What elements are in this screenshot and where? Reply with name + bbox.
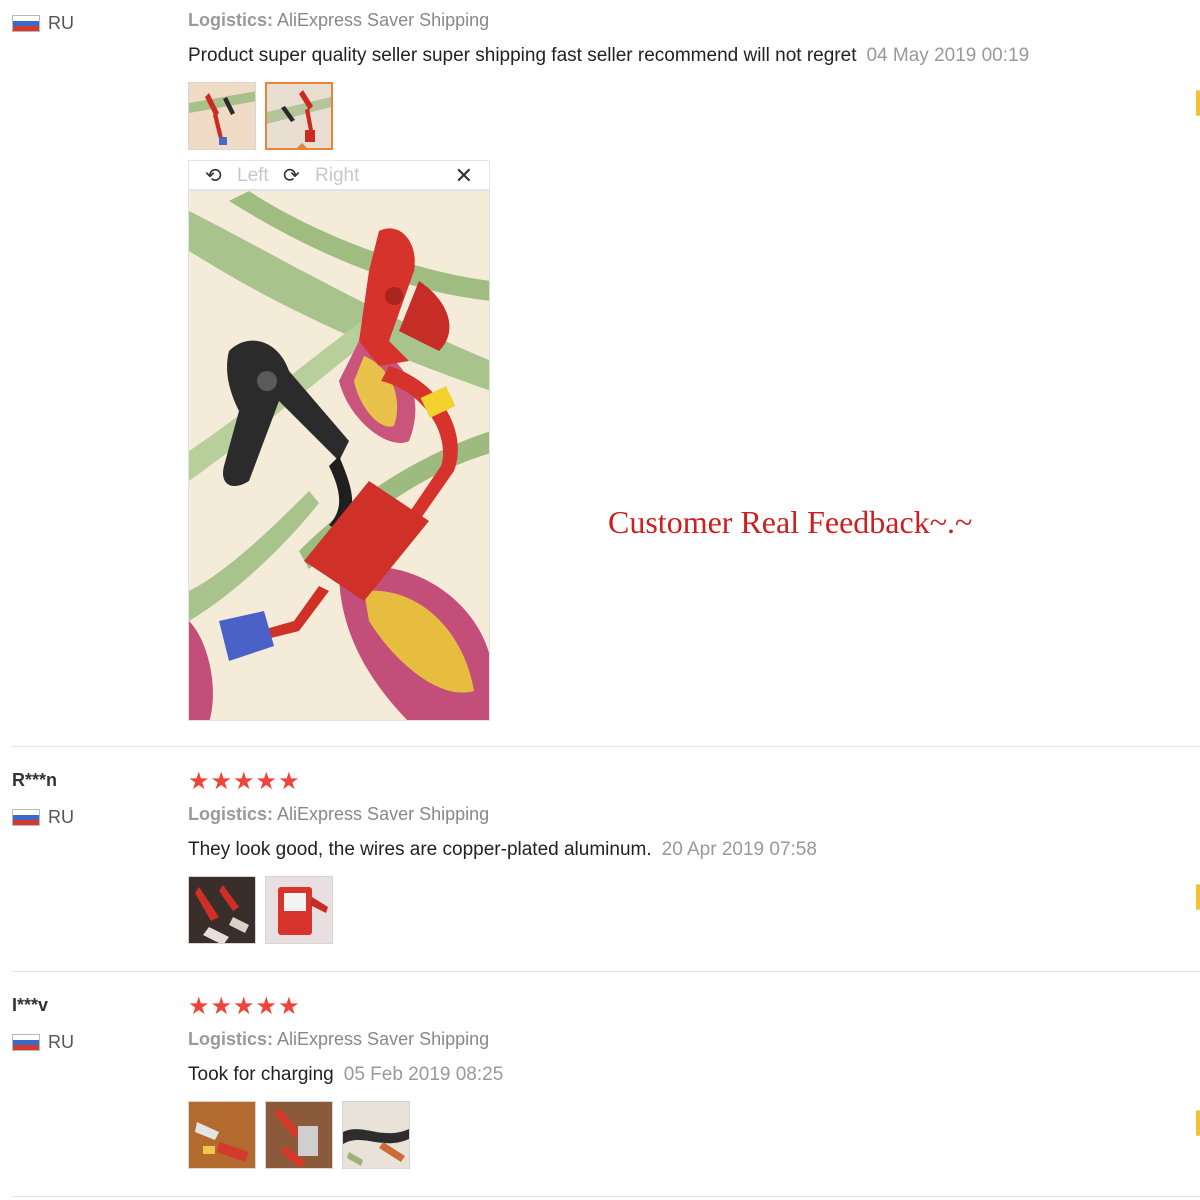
star-rating: ★★★★★	[188, 993, 301, 1020]
logistics-info: Logistics: AliExpress Saver Shipping	[188, 10, 489, 31]
helpful-vote-marker	[1196, 1110, 1200, 1136]
reviewer-name: I***v	[12, 995, 49, 1015]
review-photo-thumbnail[interactable]	[188, 876, 256, 944]
review-date: 20 Apr 2019 07:58	[661, 839, 817, 860]
logistics-label: Logistics:	[188, 10, 274, 30]
russia-flag-icon	[12, 809, 40, 826]
logistics-value: AliExpress Saver Shipping	[277, 10, 490, 30]
close-icon[interactable]: ✕	[455, 163, 473, 189]
reviewer-country: RU	[48, 13, 74, 33]
review-text: They look good, the wires are copper-pla…	[188, 839, 817, 861]
review-divider	[12, 746, 1200, 747]
rotate-right-button[interactable]: Right	[315, 165, 359, 187]
reviewer-country: RU	[48, 807, 74, 827]
review-photo-thumbnail[interactable]	[265, 876, 333, 944]
review-body: Took for charging	[188, 1064, 334, 1085]
review-photo-enlarged	[188, 190, 490, 721]
logistics-label: Logistics:	[188, 1029, 274, 1049]
review-photo-thumbnail[interactable]	[188, 82, 256, 150]
reviewer-name: R***n	[12, 770, 58, 790]
promo-headline: Customer Real Feedback~.~	[608, 504, 973, 540]
russia-flag-icon	[12, 15, 40, 32]
review-divider	[12, 971, 1200, 972]
review-photo-thumbnail[interactable]	[265, 1101, 333, 1169]
star-rating: ★★★★★	[188, 768, 301, 795]
helpful-vote-marker	[1196, 90, 1200, 116]
rotate-left-icon[interactable]: ⟲	[205, 163, 222, 188]
logistics-label: Logistics:	[188, 804, 274, 824]
image-viewer-toolbar: ⟲ Left ⟳ Right ✕	[188, 160, 490, 190]
review-date: 04 May 2019 00:19	[866, 45, 1030, 66]
logistics-value: AliExpress Saver Shipping	[277, 804, 490, 824]
rotate-right-icon[interactable]: ⟳	[283, 163, 300, 188]
review-body: They look good, the wires are copper-pla…	[188, 839, 652, 860]
rotate-left-button[interactable]: Left	[237, 165, 269, 187]
review-photo-thumbnail-selected[interactable]	[265, 82, 333, 150]
logistics-value: AliExpress Saver Shipping	[277, 1029, 490, 1049]
review-text: Took for charging 05 Feb 2019 08:25	[188, 1064, 503, 1086]
review-photo-thumbnail[interactable]	[188, 1101, 256, 1169]
review-text: Product super quality seller super shipp…	[188, 45, 1029, 67]
reviewer-country: RU	[48, 1032, 74, 1052]
logistics-info: Logistics: AliExpress Saver Shipping	[188, 804, 489, 825]
review-date: 05 Feb 2019 08:25	[343, 1064, 504, 1085]
russia-flag-icon	[12, 1034, 40, 1051]
review-body: Product super quality seller super shipp…	[188, 45, 857, 66]
helpful-vote-marker	[1196, 884, 1200, 910]
logistics-info: Logistics: AliExpress Saver Shipping	[188, 1029, 489, 1050]
review-divider	[12, 1196, 1200, 1197]
review-photo-thumbnail[interactable]	[342, 1101, 410, 1169]
